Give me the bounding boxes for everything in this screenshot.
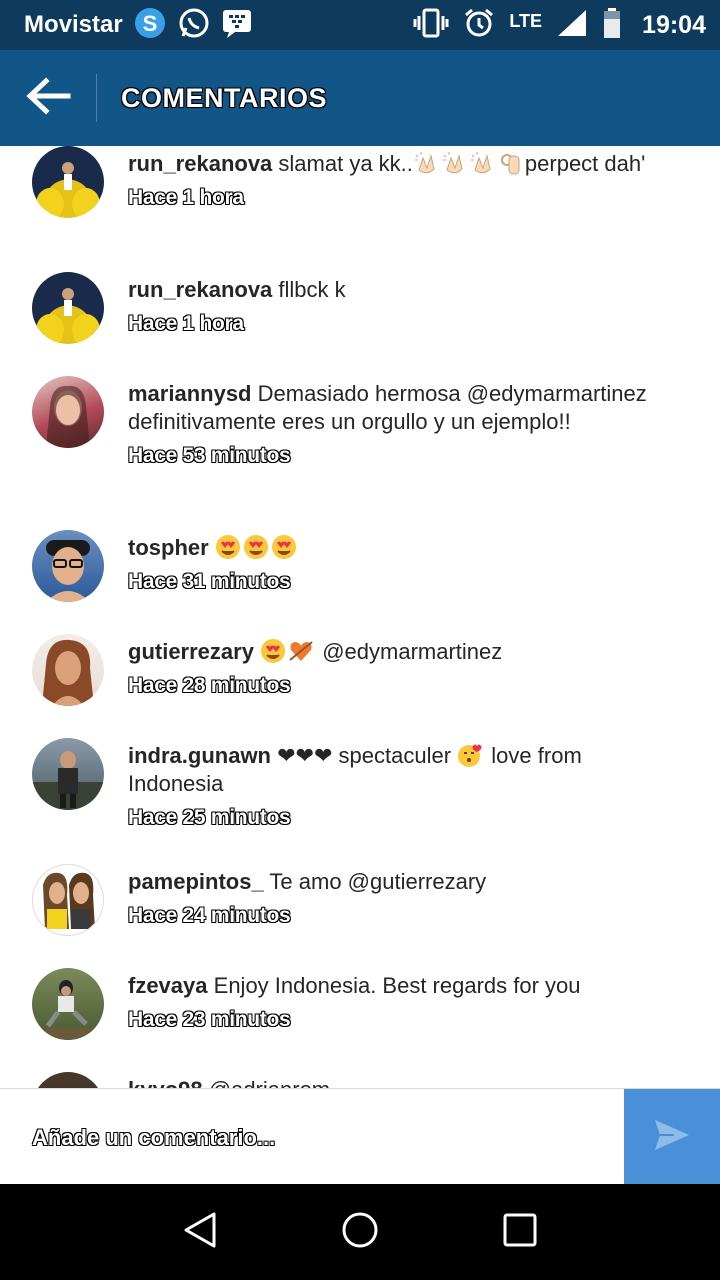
signal-icon — [556, 8, 588, 42]
avatar[interactable] — [32, 968, 104, 1040]
avatar[interactable] — [32, 376, 104, 448]
avatar[interactable] — [32, 146, 104, 218]
avatar[interactable] — [32, 738, 104, 810]
avatar[interactable] — [32, 634, 104, 706]
comment-username[interactable]: indra.gunawn — [128, 743, 271, 768]
avatar[interactable] — [32, 864, 104, 936]
comment-body: Te amo @gutierrezary — [269, 869, 487, 894]
comment-body: fllbck k — [278, 277, 346, 302]
comment-username[interactable]: pamepintos_ — [128, 869, 264, 894]
comment-body: @adrianrom — [209, 1077, 330, 1088]
comment-text: mariannysd Demasiado hermosa @edymarmart… — [128, 380, 668, 470]
comment-username[interactable]: gutierrezary — [128, 639, 254, 664]
comment-timestamp: Hace 25 minutos — [128, 806, 291, 829]
clapping-hands-icon — [413, 150, 439, 176]
send-arrow-icon — [652, 1115, 692, 1159]
comment-username[interactable]: run_rekanova — [128, 277, 272, 302]
comment-timestamp: Hace 23 minutos — [128, 1008, 291, 1031]
circle-home-icon — [340, 1210, 380, 1254]
list-item: kyyo98 @adrianrom — [0, 1072, 720, 1088]
list-item: gutierrezary @edymarmartinez Hace 28 min… — [0, 634, 720, 734]
svg-text:S: S — [142, 11, 157, 36]
comment-text: indra.gunawn ❤❤❤ spectaculer love from I… — [128, 742, 668, 832]
arrow-left-icon — [24, 76, 72, 120]
clapping-hands-icon — [441, 150, 467, 176]
clapping-hands-icon — [469, 150, 495, 176]
comment-body: Enjoy Indonesia. Best regards for you — [213, 973, 581, 998]
back-button[interactable] — [0, 50, 96, 146]
list-item: tospher Hace 31 minutos — [0, 530, 720, 630]
heart-eyes-icon — [243, 534, 269, 560]
comment-timestamp: Hace 53 minutos — [128, 444, 291, 467]
appbar-divider — [96, 74, 97, 122]
comment-text: tospher Hace 31 minutos — [128, 534, 668, 596]
comment-text: gutierrezary @edymarmartinez Hace 28 min… — [128, 638, 668, 700]
comment-timestamp: Hace 24 minutos — [128, 904, 291, 927]
avatar[interactable] — [32, 272, 104, 344]
list-item: run_rekanova slamat ya kk.. perpect dah'… — [0, 146, 720, 266]
nav-recents-button[interactable] — [490, 1202, 550, 1262]
comment-timestamp: Hace 1 hora — [128, 186, 244, 209]
heart-eyes-icon — [260, 638, 286, 664]
comment-timestamp: Hace 28 minutos — [128, 674, 291, 697]
kissing-heart-icon — [457, 742, 483, 768]
app-bar: COMENTARIOS — [0, 50, 720, 146]
comment-text: kyyo98 @adrianrom — [128, 1076, 668, 1088]
ok-hand-icon — [497, 150, 523, 176]
comment-composer: Añade un comentario... — [0, 1088, 720, 1185]
whatsapp-icon — [177, 6, 211, 44]
heart-eyes-icon — [215, 534, 241, 560]
heart-arrow-icon — [288, 638, 314, 664]
bbm-icon — [221, 8, 253, 42]
comment-timestamp: Hace 1 hora — [128, 312, 244, 335]
comment-username[interactable]: fzevaya — [128, 973, 208, 998]
list-item: indra.gunawn ❤❤❤ spectaculer love from I… — [0, 738, 720, 868]
comment-body-continued: perpect dah' — [524, 151, 646, 176]
comment-text: fzevaya Enjoy Indonesia. Best regards fo… — [128, 972, 668, 1034]
heart-eyes-icon — [271, 534, 297, 560]
status-bar: Movistar S LTE 19:04 — [0, 0, 720, 50]
comment-username[interactable]: tospher — [128, 535, 209, 560]
comment-body: slamat ya kk.. — [278, 151, 413, 176]
list-item: mariannysd Demasiado hermosa @edymarmart… — [0, 376, 720, 526]
comment-text: run_rekanova fllbck k Hace 1 hora — [128, 276, 668, 338]
square-recents-icon — [500, 1210, 540, 1254]
avatar[interactable] — [32, 530, 104, 602]
comment-text: run_rekanova slamat ya kk.. perpect dah'… — [128, 150, 668, 212]
nav-back-button[interactable] — [170, 1202, 230, 1262]
comment-username[interactable]: run_rekanova — [128, 151, 272, 176]
comment-username[interactable]: kyyo98 — [128, 1077, 203, 1088]
nav-home-button[interactable] — [330, 1202, 390, 1262]
comment-input[interactable] — [0, 1089, 624, 1185]
comment-username[interactable]: mariannysd — [128, 381, 252, 406]
vibrate-icon — [413, 8, 449, 42]
alarm-icon — [463, 7, 495, 43]
send-button[interactable] — [624, 1089, 720, 1185]
avatar[interactable] — [32, 1072, 104, 1088]
triangle-back-icon — [180, 1210, 220, 1254]
system-nav-bar — [0, 1184, 720, 1280]
comment-list[interactable]: run_rekanova slamat ya kk.. perpect dah'… — [0, 146, 720, 1088]
comment-text: pamepintos_ Te amo @gutierrezary Hace 24… — [128, 868, 668, 930]
battery-icon — [602, 7, 622, 43]
carrier-name: Movistar — [24, 11, 123, 38]
clock: 19:04 — [642, 10, 706, 39]
comment-body: @edymarmartinez — [322, 639, 503, 664]
network-type: LTE — [509, 10, 543, 31]
list-item: pamepintos_ Te amo @gutierrezary Hace 24… — [0, 864, 720, 964]
skype-icon: S — [133, 6, 167, 44]
page-title: COMENTARIOS — [121, 82, 327, 113]
comment-timestamp: Hace 31 minutos — [128, 570, 291, 593]
list-item: fzevaya Enjoy Indonesia. Best regards fo… — [0, 968, 720, 1068]
list-item: run_rekanova fllbck k Hace 1 hora — [0, 272, 720, 372]
comment-body: ❤❤❤ spectaculer — [277, 743, 452, 768]
